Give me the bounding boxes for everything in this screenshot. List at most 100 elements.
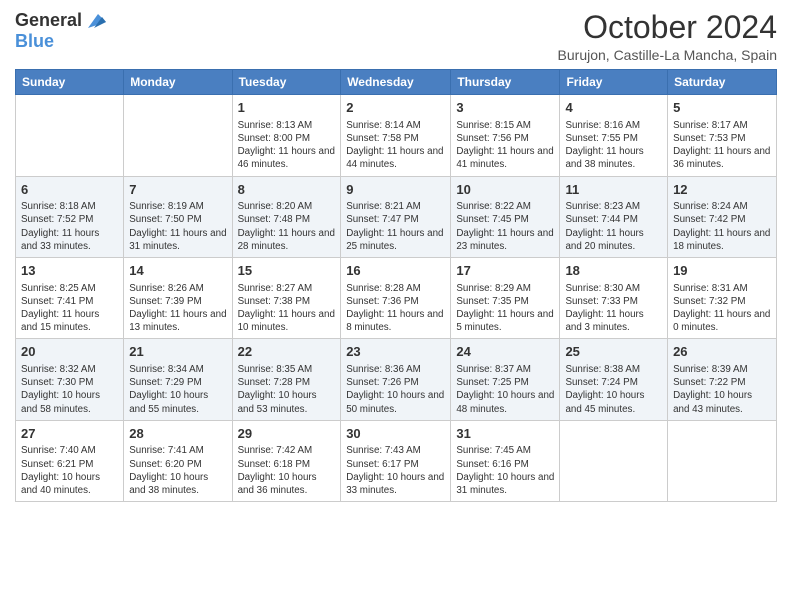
logo-general-text: General <box>15 10 82 31</box>
day-number: 24 <box>456 343 554 361</box>
week-row-1: 1 Sunrise: 8:13 AM Sunset: 8:00 PM Daylig… <box>16 95 777 176</box>
day-info: Sunrise: 8:29 AM Sunset: 7:35 PM Dayligh… <box>456 282 554 335</box>
calendar-cell <box>560 420 668 501</box>
day-info: Sunrise: 8:37 AM Sunset: 7:25 PM Dayligh… <box>456 363 554 416</box>
day-number: 20 <box>21 343 118 361</box>
day-number: 8 <box>238 181 336 199</box>
week-row-2: 6Sunrise: 8:18 AM Sunset: 7:52 PM Daylig… <box>16 176 777 257</box>
day-info: Sunrise: 8:13 AM Sunset: 8:00 PM Dayligh… <box>238 119 336 172</box>
day-info: Sunrise: 8:17 AM Sunset: 7:53 PM Dayligh… <box>673 119 771 172</box>
calendar-cell: 23 Sunrise: 8:36 AM Sunset: 7:26 PM Dayli… <box>341 339 451 420</box>
day-info: Sunrise: 8:22 AM Sunset: 7:45 PM Dayligh… <box>456 200 554 253</box>
day-number: 21 <box>129 343 226 361</box>
month-title: October 2024 <box>558 10 777 45</box>
day-info: Sunrise: 8:23 AM Sunset: 7:44 PM Dayligh… <box>565 200 662 253</box>
day-number: 28 <box>129 425 226 443</box>
day-number: 19 <box>673 262 771 280</box>
day-header-friday: Friday <box>560 70 668 95</box>
logo: General Blue <box>15 10 106 52</box>
day-info: Sunrise: 8:34 AM Sunset: 7:29 PM Dayligh… <box>129 363 226 416</box>
day-number: 7 <box>129 181 226 199</box>
calendar-cell: 6Sunrise: 8:18 AM Sunset: 7:52 PM Daylig… <box>16 176 124 257</box>
day-number: 30 <box>346 425 445 443</box>
day-number: 1 <box>238 99 336 117</box>
day-info: Sunrise: 8:21 AM Sunset: 7:47 PM Dayligh… <box>346 200 445 253</box>
day-info: Sunrise: 7:43 AM Sunset: 6:17 PM Dayligh… <box>346 444 445 497</box>
calendar-cell: 9Sunrise: 8:21 AM Sunset: 7:47 PM Daylig… <box>341 176 451 257</box>
day-number: 4 <box>565 99 662 117</box>
day-header-wednesday: Wednesday <box>341 70 451 95</box>
calendar-cell: 16 Sunrise: 8:28 AM Sunset: 7:36 PM Dayli… <box>341 258 451 339</box>
day-number: 5 <box>673 99 771 117</box>
day-info: Sunrise: 8:36 AM Sunset: 7:26 PM Dayligh… <box>346 363 445 416</box>
calendar-cell: 15Sunrise: 8:27 AM Sunset: 7:38 PM Dayli… <box>232 258 341 339</box>
day-info: Sunrise: 8:35 AM Sunset: 7:28 PM Dayligh… <box>238 363 336 416</box>
calendar-cell: 13 Sunrise: 8:25 AM Sunset: 7:41 PM Dayli… <box>16 258 124 339</box>
week-row-5: 27Sunrise: 7:40 AM Sunset: 6:21 PM Dayli… <box>16 420 777 501</box>
day-info: Sunrise: 8:20 AM Sunset: 7:48 PM Dayligh… <box>238 200 336 253</box>
calendar-cell: 21 Sunrise: 8:34 AM Sunset: 7:29 PM Dayli… <box>124 339 232 420</box>
calendar-cell: 24 Sunrise: 8:37 AM Sunset: 7:25 PM Dayli… <box>451 339 560 420</box>
day-info: Sunrise: 8:16 AM Sunset: 7:55 PM Dayligh… <box>565 119 662 172</box>
calendar-cell: 1 Sunrise: 8:13 AM Sunset: 8:00 PM Daylig… <box>232 95 341 176</box>
day-header-saturday: Saturday <box>668 70 777 95</box>
day-number: 10 <box>456 181 554 199</box>
day-info: Sunrise: 8:24 AM Sunset: 7:42 PM Dayligh… <box>673 200 771 253</box>
day-info: Sunrise: 8:26 AM Sunset: 7:39 PM Dayligh… <box>129 282 226 335</box>
calendar-cell: 11Sunrise: 8:23 AM Sunset: 7:44 PM Dayli… <box>560 176 668 257</box>
calendar-cell: 20 Sunrise: 8:32 AM Sunset: 7:30 PM Dayli… <box>16 339 124 420</box>
day-info: Sunrise: 7:45 AM Sunset: 6:16 PM Dayligh… <box>456 444 554 497</box>
calendar-cell: 22 Sunrise: 8:35 AM Sunset: 7:28 PM Dayli… <box>232 339 341 420</box>
day-header-thursday: Thursday <box>451 70 560 95</box>
day-info: Sunrise: 8:19 AM Sunset: 7:50 PM Dayligh… <box>129 200 226 253</box>
day-header-tuesday: Tuesday <box>232 70 341 95</box>
day-info: Sunrise: 8:14 AM Sunset: 7:58 PM Dayligh… <box>346 119 445 172</box>
day-number: 15 <box>238 262 336 280</box>
day-info: Sunrise: 8:25 AM Sunset: 7:41 PM Dayligh… <box>21 282 118 335</box>
day-number: 29 <box>238 425 336 443</box>
title-section: October 2024 Burujon, Castille-La Mancha… <box>558 10 777 63</box>
calendar-cell <box>16 95 124 176</box>
day-number: 22 <box>238 343 336 361</box>
day-number: 23 <box>346 343 445 361</box>
day-number: 25 <box>565 343 662 361</box>
week-row-4: 20 Sunrise: 8:32 AM Sunset: 7:30 PM Dayli… <box>16 339 777 420</box>
calendar-cell: 12Sunrise: 8:24 AM Sunset: 7:42 PM Dayli… <box>668 176 777 257</box>
calendar-cell: 7Sunrise: 8:19 AM Sunset: 7:50 PM Daylig… <box>124 176 232 257</box>
day-number: 3 <box>456 99 554 117</box>
calendar-cell: 31Sunrise: 7:45 AM Sunset: 6:16 PM Dayli… <box>451 420 560 501</box>
day-number: 26 <box>673 343 771 361</box>
day-number: 9 <box>346 181 445 199</box>
calendar-header-row: SundayMondayTuesdayWednesdayThursdayFrid… <box>16 70 777 95</box>
day-number: 18 <box>565 262 662 280</box>
calendar-cell: 18 Sunrise: 8:30 AM Sunset: 7:33 PM Dayli… <box>560 258 668 339</box>
calendar-cell: 26 Sunrise: 8:39 AM Sunset: 7:22 PM Dayli… <box>668 339 777 420</box>
day-number: 14 <box>129 262 226 280</box>
day-number: 12 <box>673 181 771 199</box>
header: General Blue October 2024 Burujon, Casti… <box>15 10 777 63</box>
day-number: 17 <box>456 262 554 280</box>
calendar-cell: 4 Sunrise: 8:16 AM Sunset: 7:55 PM Daylig… <box>560 95 668 176</box>
calendar-cell: 3 Sunrise: 8:15 AM Sunset: 7:56 PM Daylig… <box>451 95 560 176</box>
day-info: Sunrise: 8:38 AM Sunset: 7:24 PM Dayligh… <box>565 363 662 416</box>
day-info: Sunrise: 8:39 AM Sunset: 7:22 PM Dayligh… <box>673 363 771 416</box>
calendar-cell: 30Sunrise: 7:43 AM Sunset: 6:17 PM Dayli… <box>341 420 451 501</box>
day-number: 31 <box>456 425 554 443</box>
calendar-cell: 28Sunrise: 7:41 AM Sunset: 6:20 PM Dayli… <box>124 420 232 501</box>
logo-blue-text: Blue <box>15 31 54 52</box>
week-row-3: 13 Sunrise: 8:25 AM Sunset: 7:41 PM Dayli… <box>16 258 777 339</box>
day-info: Sunrise: 8:15 AM Sunset: 7:56 PM Dayligh… <box>456 119 554 172</box>
day-info: Sunrise: 8:31 AM Sunset: 7:32 PM Dayligh… <box>673 282 771 335</box>
day-info: Sunrise: 8:32 AM Sunset: 7:30 PM Dayligh… <box>21 363 118 416</box>
calendar-cell: 8Sunrise: 8:20 AM Sunset: 7:48 PM Daylig… <box>232 176 341 257</box>
day-number: 16 <box>346 262 445 280</box>
day-number: 13 <box>21 262 118 280</box>
day-info: Sunrise: 8:30 AM Sunset: 7:33 PM Dayligh… <box>565 282 662 335</box>
calendar-cell: 2Sunrise: 8:14 AM Sunset: 7:58 PM Daylig… <box>341 95 451 176</box>
day-info: Sunrise: 8:28 AM Sunset: 7:36 PM Dayligh… <box>346 282 445 335</box>
page: General Blue October 2024 Burujon, Casti… <box>0 0 792 612</box>
calendar-cell: 27Sunrise: 7:40 AM Sunset: 6:21 PM Dayli… <box>16 420 124 501</box>
logo-icon <box>84 12 106 30</box>
day-number: 11 <box>565 181 662 199</box>
location: Burujon, Castille-La Mancha, Spain <box>558 47 777 63</box>
